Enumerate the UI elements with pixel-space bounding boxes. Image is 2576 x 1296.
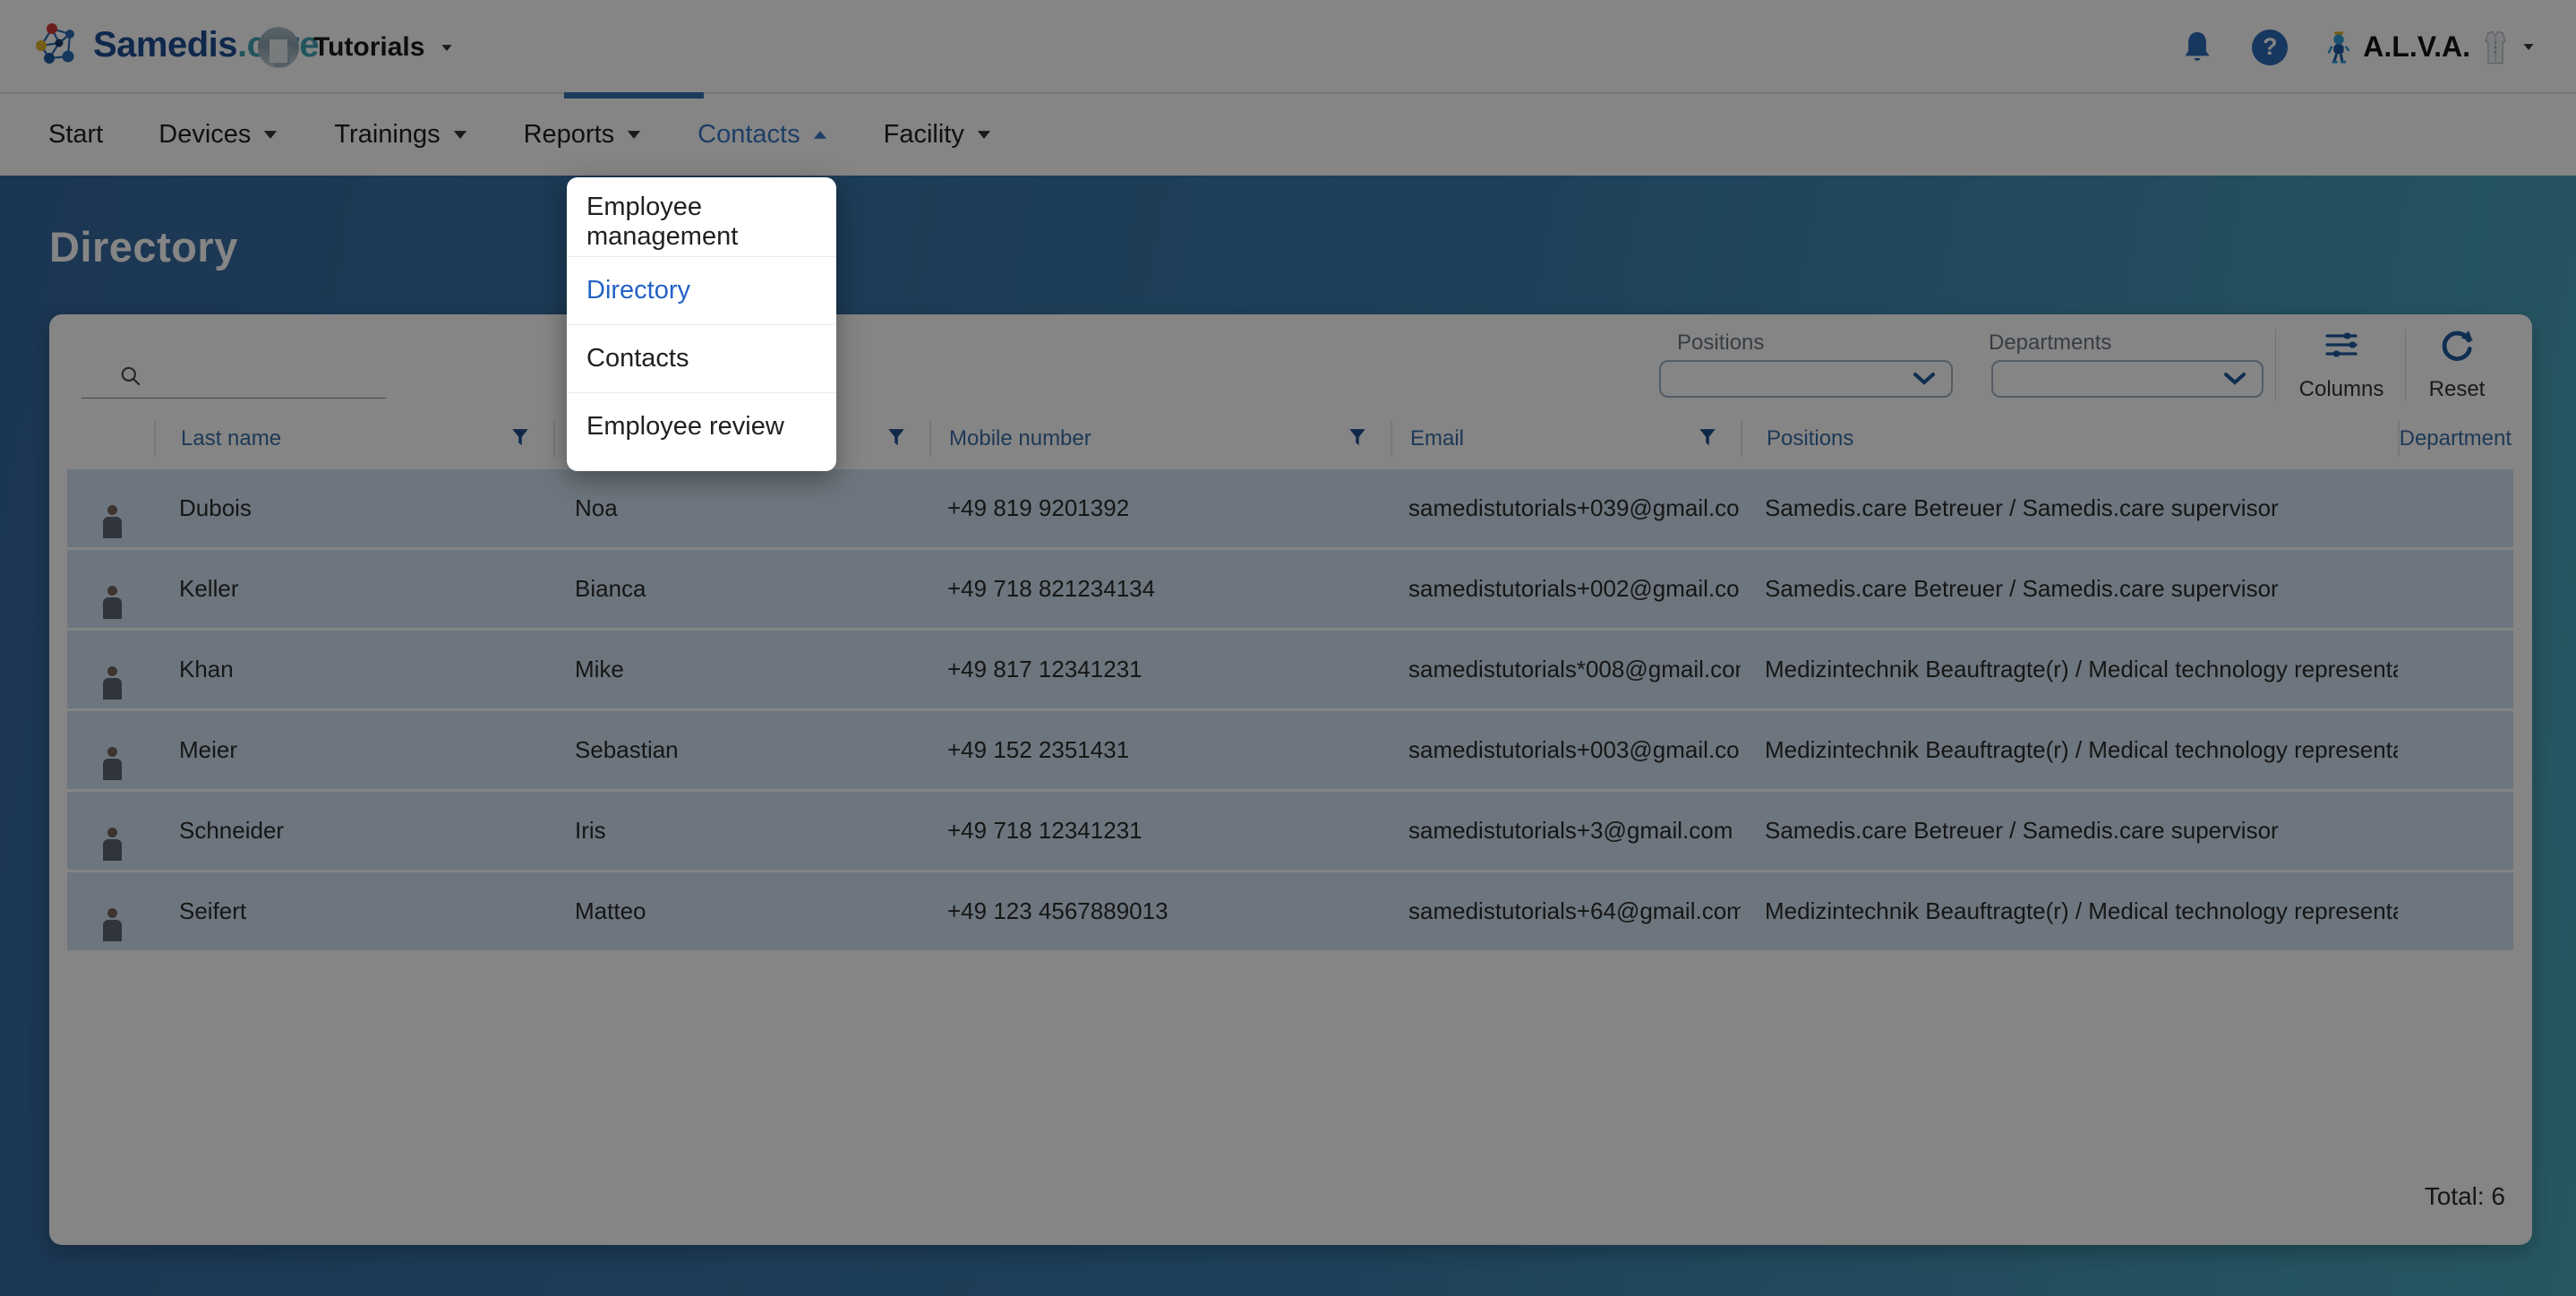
modal-backdrop[interactable] <box>0 0 2576 1296</box>
menu-item-employee-management[interactable]: Employee management <box>567 188 836 256</box>
app-window: Samedis.care Tutorials ? <box>0 0 2576 1296</box>
contacts-dropdown-menu: Employee management Directory Contacts E… <box>567 177 836 471</box>
menu-item-employee-review[interactable]: Employee review <box>567 392 836 460</box>
menu-item-contacts[interactable]: Contacts <box>567 324 836 392</box>
menu-item-directory[interactable]: Directory <box>567 256 836 324</box>
